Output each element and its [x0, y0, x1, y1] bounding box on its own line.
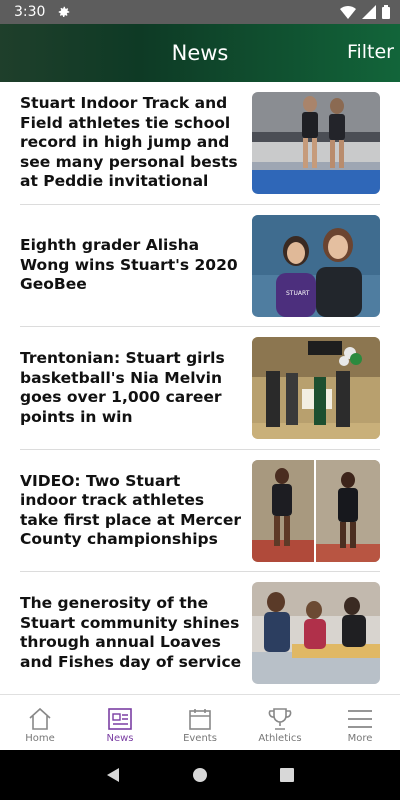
news-item[interactable]: Eighth grader Alisha Wong wins Stuart's …	[20, 205, 380, 327]
tab-events[interactable]: Events	[160, 695, 240, 750]
track-champions-photo-icon	[252, 459, 380, 562]
news-thumbnail[interactable]	[252, 582, 380, 684]
news-headline[interactable]: Trentonian: Stuart girls basketball's Ni…	[20, 327, 242, 449]
tab-label: Home	[25, 733, 55, 744]
status-bar: 3:30	[0, 0, 400, 24]
wifi-icon	[340, 6, 356, 19]
back-icon[interactable]	[105, 767, 121, 783]
tab-label: Athletics	[258, 733, 302, 744]
news-item[interactable]: Stuart Indoor Track and Field athletes t…	[20, 82, 380, 205]
status-time: 3:30	[14, 4, 46, 20]
settings-gear-icon	[59, 6, 70, 17]
home-circle-icon[interactable]	[192, 767, 208, 783]
svg-text:STUART: STUART	[286, 290, 310, 297]
bottom-tab-bar: Home News Events Athletics More	[0, 694, 400, 750]
menu-icon	[348, 710, 372, 728]
news-headline[interactable]: Eighth grader Alisha Wong wins Stuart's …	[20, 205, 242, 327]
basketball-celebration-photo-icon	[252, 337, 380, 439]
signal-icon	[362, 5, 376, 19]
news-thumbnail[interactable]: STUART	[252, 214, 380, 317]
android-nav-bar	[0, 750, 400, 800]
news-headline[interactable]: Stuart Indoor Track and Field athletes t…	[20, 82, 242, 204]
tab-label: More	[347, 733, 373, 744]
news-item[interactable]: The generosity of the Stuart community s…	[20, 572, 380, 694]
newspaper-icon	[108, 708, 132, 730]
news-feed[interactable]: Stuart Indoor Track and Field athletes t…	[0, 82, 400, 694]
home-icon	[29, 707, 51, 730]
news-item[interactable]: VIDEO: Two Stuart indoor track athletes …	[20, 450, 380, 572]
calendar-icon	[189, 709, 211, 730]
day-of-service-photo-icon	[252, 582, 380, 684]
tab-athletics[interactable]: Athletics	[240, 695, 320, 750]
tab-news[interactable]: News	[80, 695, 160, 750]
news-thumbnail[interactable]	[252, 459, 380, 562]
news-headline[interactable]: The generosity of the Stuart community s…	[20, 572, 242, 694]
page-title: News	[171, 41, 229, 65]
trophy-icon	[268, 708, 292, 730]
news-thumbnail[interactable]	[252, 337, 380, 439]
news-item[interactable]: Trentonian: Stuart girls basketball's Ni…	[20, 327, 380, 450]
track-athletes-photo-icon	[252, 92, 380, 194]
tab-label: Events	[183, 733, 217, 744]
filter-button[interactable]: Filter	[347, 41, 394, 63]
tab-label: News	[106, 733, 134, 744]
recents-icon[interactable]	[279, 767, 295, 783]
news-headline[interactable]: VIDEO: Two Stuart indoor track athletes …	[20, 450, 242, 572]
battery-icon	[382, 5, 390, 19]
app-header: News Filter	[0, 24, 400, 82]
news-thumbnail[interactable]	[252, 92, 380, 194]
tab-more[interactable]: More	[320, 695, 400, 750]
geobee-winner-photo-icon: STUART	[252, 214, 380, 317]
tab-home[interactable]: Home	[0, 695, 80, 750]
